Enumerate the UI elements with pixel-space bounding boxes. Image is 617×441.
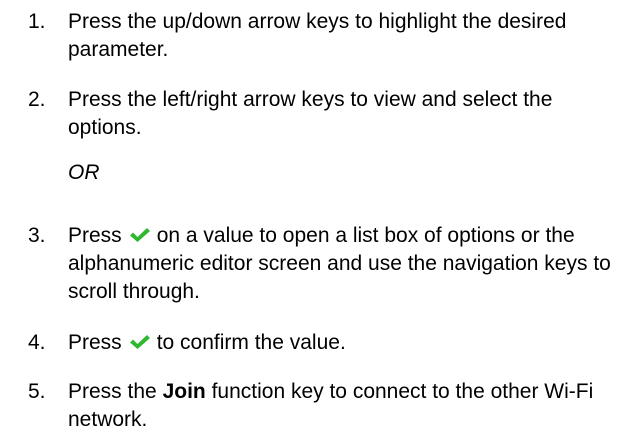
step-text: Press the left/right arrow keys to view …: [68, 88, 553, 139]
checkmark-icon: [129, 334, 151, 350]
step-text-before-icon: Press: [68, 224, 122, 247]
step-number: 5.: [28, 380, 46, 403]
step-text: Press the up/down arrow keys to highligh…: [68, 10, 567, 61]
step-3: 3. Press on a value to open a list box of…: [28, 222, 613, 306]
instruction-list: 1. Press the up/down arrow keys to highl…: [0, 0, 617, 441]
step-number: 2.: [28, 88, 46, 111]
checkmark-icon: [129, 227, 151, 243]
step-5: 5. Press the Join function key to connec…: [28, 378, 613, 434]
step-1: 1. Press the up/down arrow keys to highl…: [28, 8, 613, 64]
step-text-before-icon: Press: [68, 331, 122, 354]
step-2: 2. Press the left/right arrow keys to vi…: [28, 86, 613, 142]
or-separator: OR: [68, 161, 100, 184]
step-number: 4.: [28, 331, 46, 354]
step-text: Press the Join function key to connect t…: [68, 378, 613, 434]
step-text: Press to confirm the value.: [68, 329, 613, 357]
join-key-label: Join: [162, 380, 206, 403]
step-text: Press on a value to open a list box of op…: [68, 222, 613, 306]
step-number: 1.: [28, 10, 46, 33]
step-text-before-bold: Press the: [68, 380, 157, 403]
step-4: 4. Press to confirm the value.: [28, 329, 613, 357]
step-number: 3.: [28, 224, 46, 247]
step-text-after-icon: to confirm the value.: [156, 331, 346, 354]
